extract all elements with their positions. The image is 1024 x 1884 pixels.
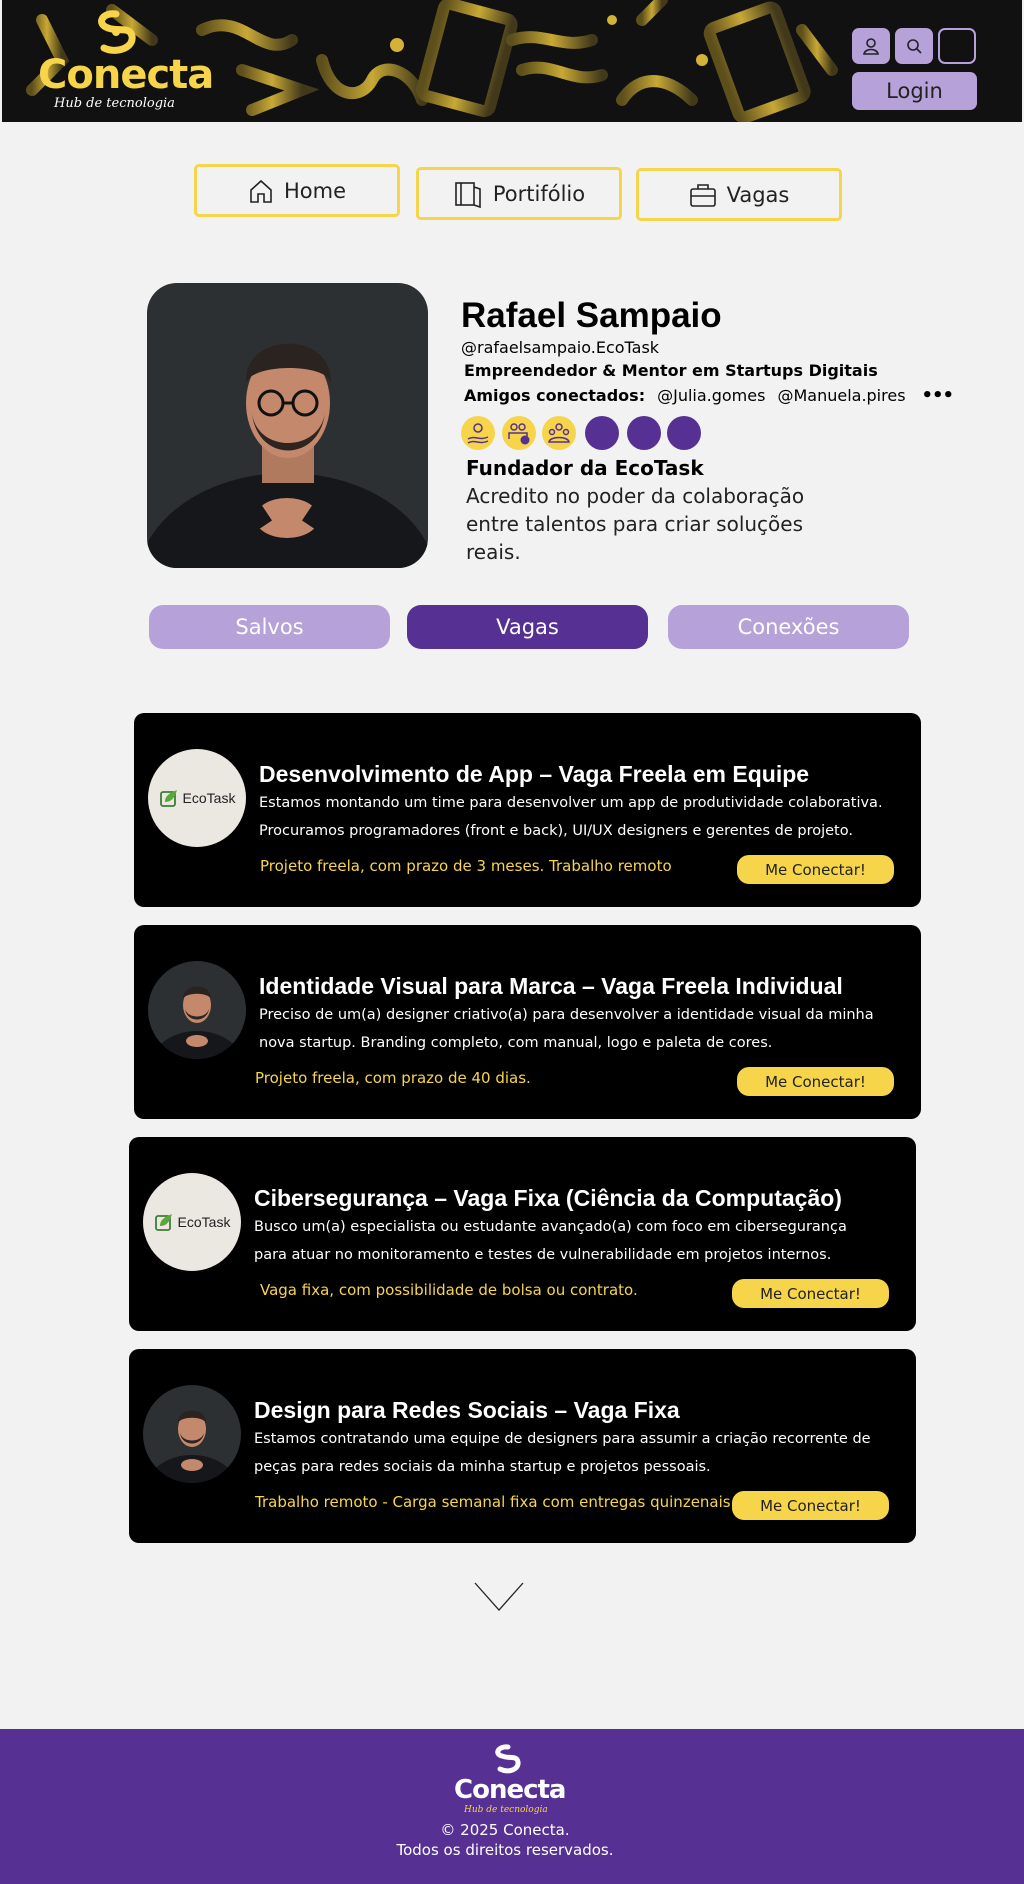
- job-description: Preciso de um(a) designer criativo(a) pa…: [259, 1007, 874, 1051]
- brand-tagline: Hub de tecnologia: [54, 96, 175, 111]
- job-title: Cibersegurança – Vaga Fixa (Ciência da C…: [254, 1185, 842, 1211]
- company-logo-text: EcoTask: [177, 1214, 231, 1230]
- brand-name: Conecta: [38, 52, 214, 98]
- job-note: Vaga fixa, com possibilidade de bolsa ou…: [260, 1281, 638, 1299]
- nav-vagas-label: Vagas: [726, 182, 790, 207]
- chevron-down-icon[interactable]: [474, 1582, 524, 1612]
- job-description: Busco um(a) especialista ou estudante av…: [254, 1219, 847, 1263]
- nav-portfolio[interactable]: Portifólio: [416, 167, 622, 220]
- job-title: Desenvolvimento de App – Vaga Freela em …: [259, 761, 810, 787]
- copyright: © 2025 Conecta.: [440, 1821, 570, 1839]
- profile-founder: Fundador da EcoTask: [466, 456, 704, 480]
- profile-role: Empreendedor & Mentor em Startups Digita…: [464, 361, 878, 380]
- badge-money-people: [502, 416, 536, 450]
- profile-handle[interactable]: @rafaelsampaio.EcoTask: [461, 338, 659, 357]
- book-icon: [455, 181, 481, 208]
- badge-empty: [627, 416, 661, 450]
- rights-reserved: Todos os direitos reservados.: [396, 1841, 614, 1859]
- author-avatar: [143, 1385, 241, 1483]
- friend-link[interactable]: @Manuela.pires: [777, 386, 905, 405]
- job-card[interactable]: Design para Redes Sociais – Vaga Fixa Es…: [129, 1349, 916, 1543]
- connect-button[interactable]: Me Conectar!: [732, 1279, 889, 1308]
- job-title: Design para Redes Sociais – Vaga Fixa: [254, 1397, 680, 1423]
- leaf-icon: [154, 1214, 172, 1231]
- site-footer: Conecta Hub de tecnologia © 2025 Conecta…: [0, 1729, 1024, 1884]
- nav-home-label: Home: [283, 178, 346, 203]
- friend-link[interactable]: @Julia.gomes: [657, 386, 765, 405]
- tab-vagas[interactable]: Vagas: [407, 605, 648, 649]
- login-button[interactable]: Login: [852, 72, 977, 110]
- profile-name: Rafael Sampaio: [461, 296, 722, 335]
- site-header: Conecta Hub de tecnologia Login: [2, 0, 1022, 122]
- nav-home[interactable]: Home: [194, 164, 400, 217]
- footer-brand-tagline: Hub de tecnologia: [464, 1805, 548, 1815]
- nav-vagas[interactable]: Vagas: [636, 168, 842, 221]
- job-description: Estamos montando um time para desenvolve…: [259, 795, 883, 839]
- profile-bio: Acredito no poder da colaboração entre t…: [466, 484, 805, 564]
- search-button[interactable]: [895, 28, 933, 64]
- tab-salvos[interactable]: Salvos: [149, 605, 390, 649]
- job-note: Projeto freela, com prazo de 40 dias.: [255, 1069, 531, 1087]
- connect-button[interactable]: Me Conectar!: [732, 1491, 889, 1520]
- menu-button[interactable]: [938, 28, 976, 64]
- leaf-icon: [159, 790, 177, 807]
- search-icon: [907, 39, 922, 54]
- profile-photo: [147, 283, 428, 568]
- job-note: Trabalho remoto - Carga semanal fixa com…: [255, 1493, 736, 1511]
- job-note: Projeto freela, com prazo de 3 meses. Tr…: [260, 857, 672, 875]
- company-logo: EcoTask: [143, 1173, 241, 1271]
- header-logo[interactable]: Conecta Hub de tecnologia: [38, 8, 214, 118]
- job-card[interactable]: EcoTask Desenvolvimento de App – Vaga Fr…: [134, 713, 921, 907]
- badge-team: [542, 416, 576, 450]
- nav-portfolio-label: Portifólio: [492, 181, 586, 206]
- conecta-logo-mark-icon: [98, 10, 136, 54]
- job-card[interactable]: EcoTask Cibersegurança – Vaga Fixa (Ciên…: [129, 1137, 916, 1331]
- home-icon: [250, 179, 272, 203]
- company-logo-text: EcoTask: [182, 790, 236, 806]
- conecta-logo-mark-icon: [495, 1744, 521, 1774]
- team-icon: [548, 423, 570, 443]
- profile-button[interactable]: [852, 28, 890, 64]
- user-icon: [863, 38, 879, 55]
- tab-conexoes[interactable]: Conexões: [668, 605, 909, 649]
- badge-empty: [667, 416, 701, 450]
- money-people-icon: [508, 423, 530, 445]
- job-title: Identidade Visual para Marca – Vaga Free…: [259, 973, 843, 999]
- job-description: Estamos contratando uma equipe de design…: [254, 1431, 871, 1475]
- badge-hand-coin: [461, 416, 495, 450]
- friends-label: Amigos conectados:: [464, 386, 646, 405]
- connect-button[interactable]: Me Conectar!: [737, 1067, 894, 1096]
- job-card[interactable]: Identidade Visual para Marca – Vaga Free…: [134, 925, 921, 1119]
- connect-button[interactable]: Me Conectar!: [737, 855, 894, 884]
- briefcase-icon: [689, 183, 716, 207]
- footer-brand-name: Conecta: [454, 1775, 566, 1805]
- connected-friends: Amigos conectados: @Julia.gomes @Manuela…: [464, 385, 955, 406]
- more-friends-button[interactable]: •••: [922, 385, 955, 406]
- company-logo: EcoTask: [148, 749, 246, 847]
- badge-empty: [585, 416, 619, 450]
- author-avatar: [148, 961, 246, 1059]
- hand-coin-icon: [467, 423, 489, 444]
